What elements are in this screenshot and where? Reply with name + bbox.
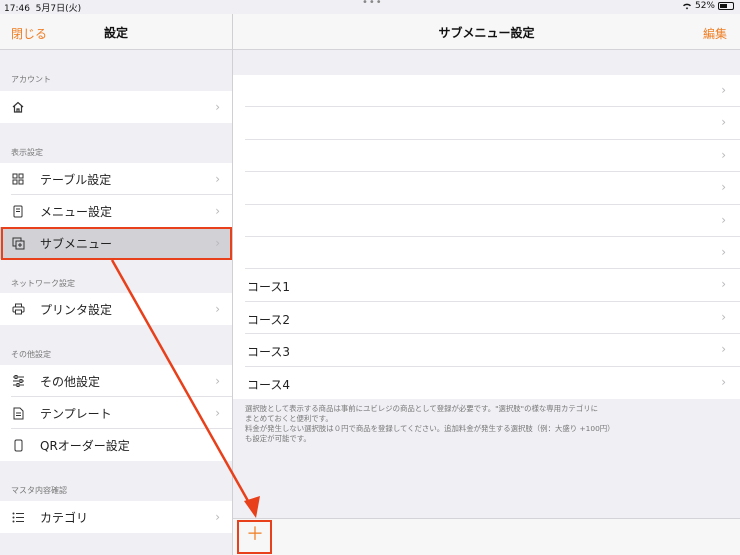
annotation-arrow [110,259,260,518]
